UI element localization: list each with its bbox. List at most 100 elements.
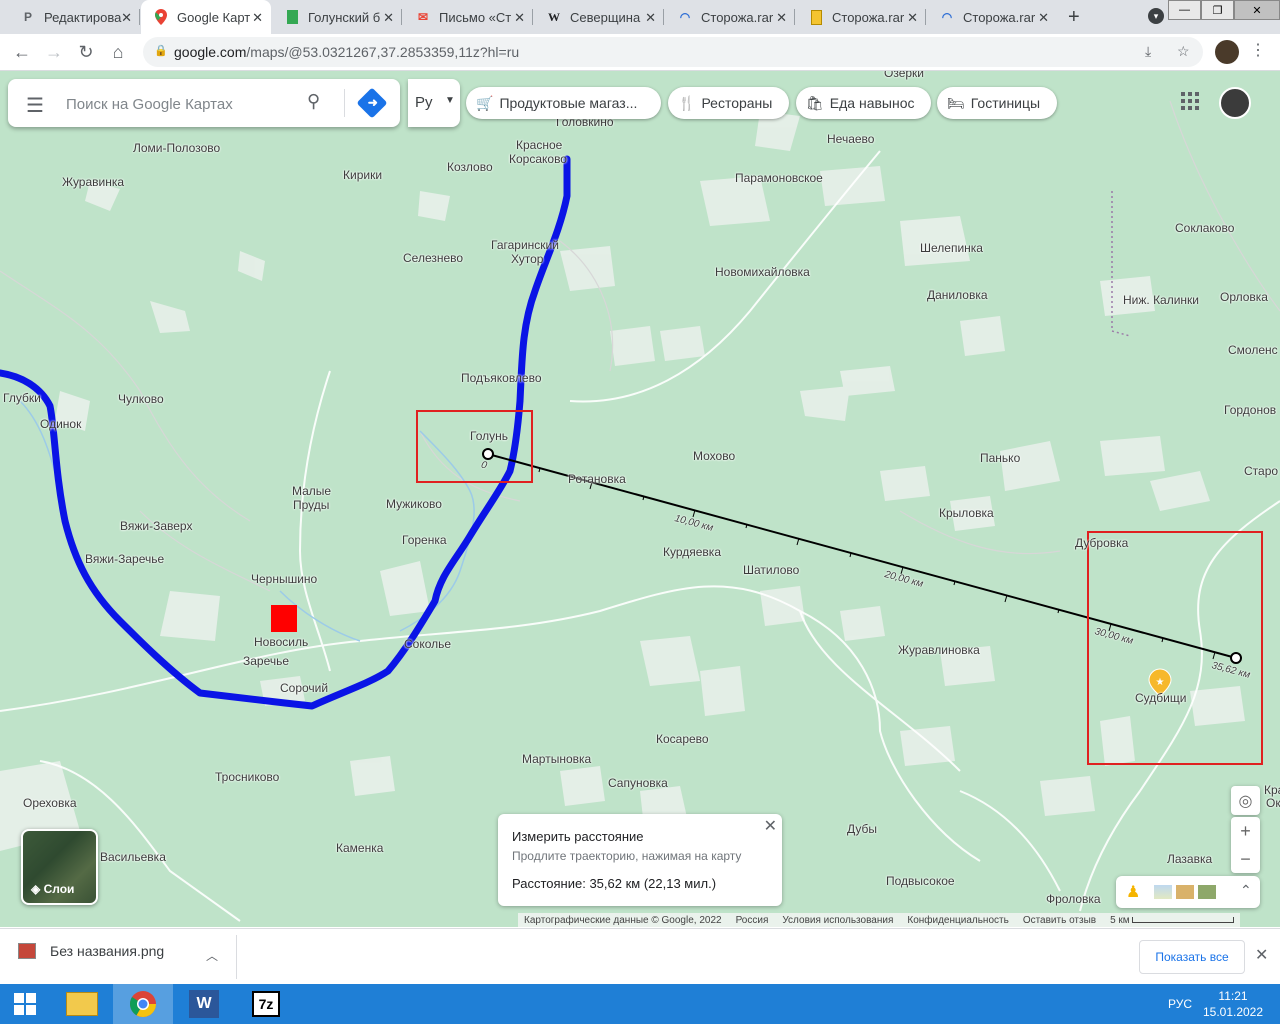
place-label: Журавлиновка [898, 643, 980, 657]
chevron-up-icon[interactable]: ︿ [206, 947, 218, 964]
takeout-bag-icon: 🛍 [806, 94, 824, 111]
install-icon[interactable]: ⤓ [1145, 43, 1151, 60]
close-icon[interactable]: ✕ [1255, 945, 1268, 965]
search-input[interactable] [64, 91, 298, 117]
layers-button[interactable]: ◈ Слои [21, 829, 98, 905]
place-label: Одинок [40, 417, 82, 431]
close-tab-icon[interactable]: ✕ [907, 10, 918, 26]
place-label: Дубровка [1075, 536, 1129, 550]
place-label: Селезнево [403, 251, 464, 265]
place-label: Смоленс [1228, 343, 1278, 357]
bike-thumb-icon[interactable] [1198, 885, 1216, 899]
map-attribution: Картографические данные © Google, 2022 Р… [518, 913, 1241, 927]
layers-icon: ◈ [31, 882, 41, 896]
maximize-button[interactable]: ❐ [1201, 0, 1234, 20]
language-select[interactable]: Ру ▼ [408, 79, 460, 127]
place-label: Чулково [118, 392, 164, 406]
place-label: Новомихайловка [715, 265, 810, 279]
scale-bar[interactable]: 5 км [1110, 915, 1235, 926]
lock-icon[interactable]: 🔒 [154, 44, 168, 57]
place-label: Мартыновка [522, 752, 592, 766]
word-icon[interactable]: W [174, 984, 234, 1024]
sevenzip-icon[interactable]: 7z [236, 984, 296, 1024]
close-tab-icon[interactable]: ✕ [383, 10, 394, 26]
close-tab-icon[interactable]: ✕ [252, 10, 263, 26]
home-icon[interactable]: ⌂ [106, 40, 130, 64]
minimize-button[interactable]: — [1168, 0, 1201, 20]
close-window-button[interactable]: ✕ [1234, 0, 1280, 20]
map-canvas[interactable]: ★ 0 10,00 км 20,00 км 30,00 км 35,62 км … [0, 71, 1280, 927]
pegman-icon[interactable]: ♟ [1126, 882, 1140, 902]
show-all-button[interactable]: Показать все [1139, 940, 1245, 974]
chip-restaurants[interactable]: 🍴 Рестораны [668, 87, 789, 119]
place-label: Крыловка [939, 506, 994, 520]
cutlery-icon: 🍴 [678, 94, 696, 111]
url-host: google.com [174, 44, 247, 60]
zoom-in-icon[interactable]: + [1231, 817, 1260, 845]
reload-icon[interactable]: ↻ [74, 40, 98, 64]
close-tab-icon[interactable]: ✕ [645, 10, 656, 26]
maps-pin-icon [153, 9, 169, 25]
back-icon[interactable]: ← [10, 40, 34, 64]
place-label: Кирики [343, 168, 383, 182]
place-label: Заречье [243, 654, 290, 668]
input-language[interactable]: РУС [1168, 997, 1192, 1011]
measure-end-point[interactable] [1230, 652, 1242, 664]
close-tab-icon[interactable]: ✕ [121, 10, 132, 26]
profile-avatar[interactable] [1215, 40, 1239, 64]
close-tab-icon[interactable]: ✕ [514, 10, 525, 26]
tab-wikipedia[interactable]: W Северщина ✕ [534, 0, 664, 34]
bookmark-star-icon[interactable]: ☆ [1177, 43, 1190, 60]
tab-doc-rar[interactable]: Сторожа.rar ✕ [796, 0, 926, 34]
tab-search-icon[interactable]: ▾ [1148, 8, 1164, 24]
region-link[interactable]: Россия [736, 915, 769, 926]
close-tab-icon[interactable]: ✕ [1038, 10, 1049, 26]
map-type-strip: ♟ ⌃ [1116, 876, 1260, 908]
file-explorer-icon[interactable] [52, 984, 112, 1024]
satellite-thumb-icon[interactable] [1176, 885, 1194, 899]
tab-cloud-rar-1[interactable]: ◠ Сторожа.rar ✕ [665, 0, 795, 34]
account-avatar[interactable] [1219, 87, 1251, 119]
close-icon[interactable]: ✕ [764, 816, 777, 836]
cart-icon: 🛒 [476, 94, 494, 111]
browser-menu-icon[interactable]: ⋮ [1250, 40, 1266, 60]
chip-hotels[interactable]: 🛏 Гостиницы [937, 87, 1057, 119]
place-label: Кра [1264, 783, 1280, 797]
my-location-icon[interactable]: ◎ [1231, 786, 1260, 815]
chip-groceries[interactable]: 🛒 Продуктовые магаз... [466, 87, 661, 119]
close-tab-icon[interactable]: ✕ [776, 10, 787, 26]
measure-start-point[interactable] [482, 448, 494, 460]
place-label: Фроловка [1046, 892, 1101, 906]
forward-icon[interactable]: → [42, 40, 66, 64]
search-icon[interactable]: ⚲ [307, 91, 320, 112]
feedback-link[interactable]: Оставить отзыв [1023, 915, 1096, 926]
chrome-icon[interactable] [113, 984, 173, 1024]
tab-gmail[interactable]: ✉ Письмо «Ст ✕ [403, 0, 533, 34]
place-label: Малые [292, 484, 332, 498]
tab-cloud-rar-2[interactable]: ◠ Сторожа.rar ✕ [927, 0, 1057, 34]
address-bar[interactable]: 🔒 google.com/maps/@53.0321267,37.2853359… [143, 37, 1203, 67]
place-label: Голунь [470, 429, 508, 443]
expand-up-icon[interactable]: ⌃ [1240, 882, 1252, 899]
system-clock[interactable]: 11:21 15.01.2022 [1197, 988, 1269, 1020]
tab-editor[interactable]: P Редактирова ✕ [8, 0, 140, 34]
menu-icon[interactable]: ☰ [26, 93, 44, 118]
place-label: Вяжи-Заречье [85, 552, 165, 566]
document-icon [808, 9, 824, 25]
privacy-link[interactable]: Конфиденциальность [907, 915, 1008, 926]
zoom-out-icon[interactable]: − [1231, 845, 1260, 873]
tab-sheets[interactable]: Голунский б ✕ [272, 0, 402, 34]
chip-takeout[interactable]: 🛍 Еда навынос [796, 87, 931, 119]
place-label: Шатилово [743, 563, 800, 577]
google-apps-icon[interactable] [1181, 92, 1199, 110]
terrain-thumb-icon[interactable] [1154, 885, 1172, 899]
windows-start-icon[interactable] [0, 984, 50, 1024]
directions-icon[interactable]: ➜ [356, 87, 388, 119]
place-label: Каменка [336, 841, 384, 855]
svg-text:★: ★ [1156, 677, 1165, 688]
new-tab-button[interactable]: + [1068, 6, 1080, 29]
download-item[interactable]: Без названия.png [18, 943, 164, 959]
tab-google-maps[interactable]: Google Карт ✕ [141, 0, 271, 34]
place-label: Старо [1244, 464, 1279, 478]
terms-link[interactable]: Условия использования [782, 915, 893, 926]
